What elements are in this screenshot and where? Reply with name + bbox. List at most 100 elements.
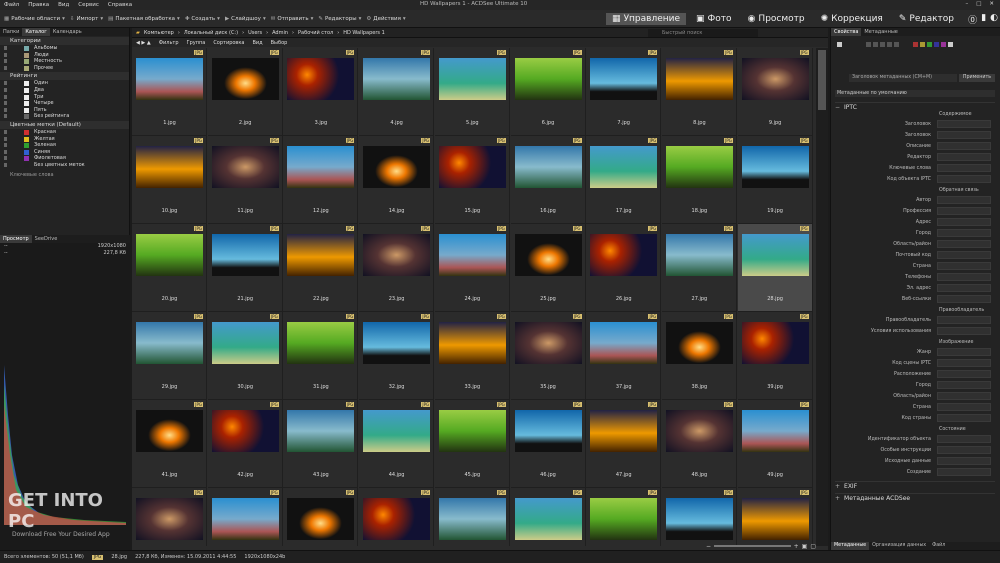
thumbnail-cell[interactable]: JPG 48.jpg <box>661 400 737 488</box>
scroll-thumb[interactable] <box>818 50 826 110</box>
field-input[interactable] <box>937 229 991 237</box>
field-input[interactable] <box>937 370 991 378</box>
send-button[interactable]: ✉ Отправить ▾ <box>271 16 314 22</box>
view-select[interactable]: Метаданные по умолчанию <box>835 90 995 97</box>
thumbnail-cell[interactable]: JPG 30.jpg <box>207 312 283 400</box>
create-button[interactable]: ✚ Создать ▾ <box>185 16 220 22</box>
thumbnail-cell[interactable]: JPG 19.jpg <box>737 136 813 224</box>
exif-section[interactable]: + EXIF <box>835 481 995 490</box>
thumbnail-cell[interactable]: JPG 45.jpg <box>434 400 510 488</box>
color-label-item[interactable]: Зеленая <box>0 142 129 149</box>
thumbnail-cell[interactable]: JPG 46.jpg <box>510 400 586 488</box>
thumbnail-cell[interactable]: JPG 28.jpg <box>737 224 813 312</box>
color-box[interactable] <box>934 42 939 47</box>
color-label-item[interactable]: Красная <box>0 129 129 136</box>
group-menu[interactable]: Группа <box>187 40 206 46</box>
template-select[interactable]: Заголовок метаданных (СМ+М) <box>849 74 957 82</box>
color-box[interactable] <box>948 42 953 47</box>
field-input[interactable] <box>937 251 991 259</box>
apply-button[interactable]: Применить <box>959 74 995 82</box>
field-input[interactable] <box>937 207 991 215</box>
zoom-out-icon[interactable]: − <box>706 543 711 550</box>
menu-file[interactable]: Файл <box>4 2 19 8</box>
slideshow-button[interactable]: ▶ Слайдшоу ▾ <box>225 16 266 22</box>
thumbnail-cell[interactable]: JPG 29.jpg <box>132 312 207 400</box>
field-input[interactable] <box>937 120 991 128</box>
field-input[interactable] <box>937 468 991 476</box>
field-input[interactable] <box>937 175 991 183</box>
stats-icon[interactable]: ▮ <box>981 13 986 26</box>
thumbnail-cell[interactable]: JPG 49.jpg <box>737 400 813 488</box>
breadcrumb-item[interactable]: Компьютер <box>144 30 174 36</box>
field-input[interactable] <box>937 359 991 367</box>
field-input[interactable] <box>937 196 991 204</box>
thumbnail-cell[interactable]: JPG 11.jpg <box>207 136 283 224</box>
thumbnail-cell[interactable]: JPG 7.jpg <box>586 48 662 136</box>
tab-file[interactable]: Файл <box>929 542 948 550</box>
thumbnail-cell[interactable]: JPG 26.jpg <box>586 224 662 312</box>
field-input[interactable] <box>937 316 991 324</box>
thumbnail-cell[interactable]: JPG 42.jpg <box>207 400 283 488</box>
menu-view[interactable]: Вид <box>58 2 69 8</box>
rating-box[interactable] <box>873 42 878 47</box>
field-input[interactable] <box>937 273 991 281</box>
color-box[interactable] <box>920 42 925 47</box>
thumbnail-cell[interactable]: JPG 38.jpg <box>661 312 737 400</box>
menu-edit[interactable]: Правка <box>28 2 49 8</box>
thumbnail-cell[interactable]: JPG <box>586 488 662 546</box>
thumbnail-cell[interactable]: JPG 10.jpg <box>132 136 207 224</box>
field-input[interactable] <box>937 403 991 411</box>
thumbnail-cell[interactable]: JPG 21.jpg <box>207 224 283 312</box>
breadcrumb-item[interactable]: Локальный диск (C:) <box>184 30 238 36</box>
quick-search-input[interactable]: Быстрый поиск <box>648 29 758 37</box>
field-input[interactable] <box>937 348 991 356</box>
category-item[interactable]: Альбомы <box>0 45 129 52</box>
color-box[interactable] <box>941 42 946 47</box>
view-menu[interactable]: Вид <box>252 40 262 46</box>
color-label-item[interactable]: Синяя <box>0 149 129 156</box>
menu-tools[interactable]: Сервис <box>78 2 99 8</box>
mode-view[interactable]: ◉ Просмотр <box>742 13 811 25</box>
color-label-item[interactable]: Желтая <box>0 136 129 143</box>
tab-metadata[interactable]: Метаданные <box>861 28 900 36</box>
fullscreen-icon[interactable]: ▢ <box>810 543 816 550</box>
rating-item[interactable]: Три <box>0 94 129 101</box>
tab-seedrive[interactable]: SeeDrive <box>32 235 61 243</box>
batch-button[interactable]: ▤ Пакетная обработка ▾ <box>108 16 180 22</box>
field-input[interactable] <box>937 435 991 443</box>
category-item[interactable]: Местность <box>0 58 129 65</box>
mode-manage[interactable]: ▦ Управление <box>606 13 687 25</box>
thumbnail-cell[interactable]: JPG 32.jpg <box>359 312 435 400</box>
rating-box[interactable] <box>894 42 899 47</box>
thumbnail-cell[interactable]: JPG 31.jpg <box>283 312 359 400</box>
thumbnail-cell[interactable]: JPG 23.jpg <box>359 224 435 312</box>
thumbnail-cell[interactable]: JPG 8.jpg <box>661 48 737 136</box>
rating-item[interactable]: Без рейтинга <box>0 113 129 120</box>
thumbnail-cell[interactable]: JPG 39.jpg <box>737 312 813 400</box>
counter-icon[interactable]: ⓪ <box>968 13 977 26</box>
menu-help[interactable]: Справка <box>108 2 132 8</box>
thumbnail-cell[interactable]: JPG <box>359 488 435 546</box>
thumbnail-cell[interactable]: JPG 14.jpg <box>359 136 435 224</box>
field-input[interactable] <box>937 142 991 150</box>
nav-icons[interactable]: ◀ ▶ ▲ <box>136 40 151 46</box>
breadcrumb-item[interactable]: Users <box>248 30 262 36</box>
color-box[interactable] <box>913 42 918 47</box>
breadcrumb-item[interactable]: Рабочий стол <box>298 30 333 36</box>
thumbnail-cell[interactable]: JPG 35.jpg <box>510 312 586 400</box>
field-input[interactable] <box>937 295 991 303</box>
thumbnail-cell[interactable]: JPG <box>510 488 586 546</box>
field-input[interactable] <box>937 414 991 422</box>
iptc-section[interactable]: − IPTC <box>835 102 995 111</box>
thumbnail-cell[interactable]: JPG <box>132 488 207 546</box>
tab-organize[interactable]: Организация данных <box>869 542 929 550</box>
thumbnail-cell[interactable]: JPG 3.jpg <box>283 48 359 136</box>
tab-calendar[interactable]: Календарь <box>50 28 85 36</box>
thumbnail-cell[interactable]: JPG <box>661 488 737 546</box>
tab-properties[interactable]: Свойства <box>831 28 862 36</box>
mode-develop[interactable]: ✺ Коррекция <box>815 13 889 25</box>
thumbnail-cell[interactable]: JPG 27.jpg <box>661 224 737 312</box>
rating-box[interactable] <box>880 42 885 47</box>
field-input[interactable] <box>937 240 991 248</box>
breadcrumb-item[interactable]: HD Wallpapers 1 <box>343 30 385 36</box>
